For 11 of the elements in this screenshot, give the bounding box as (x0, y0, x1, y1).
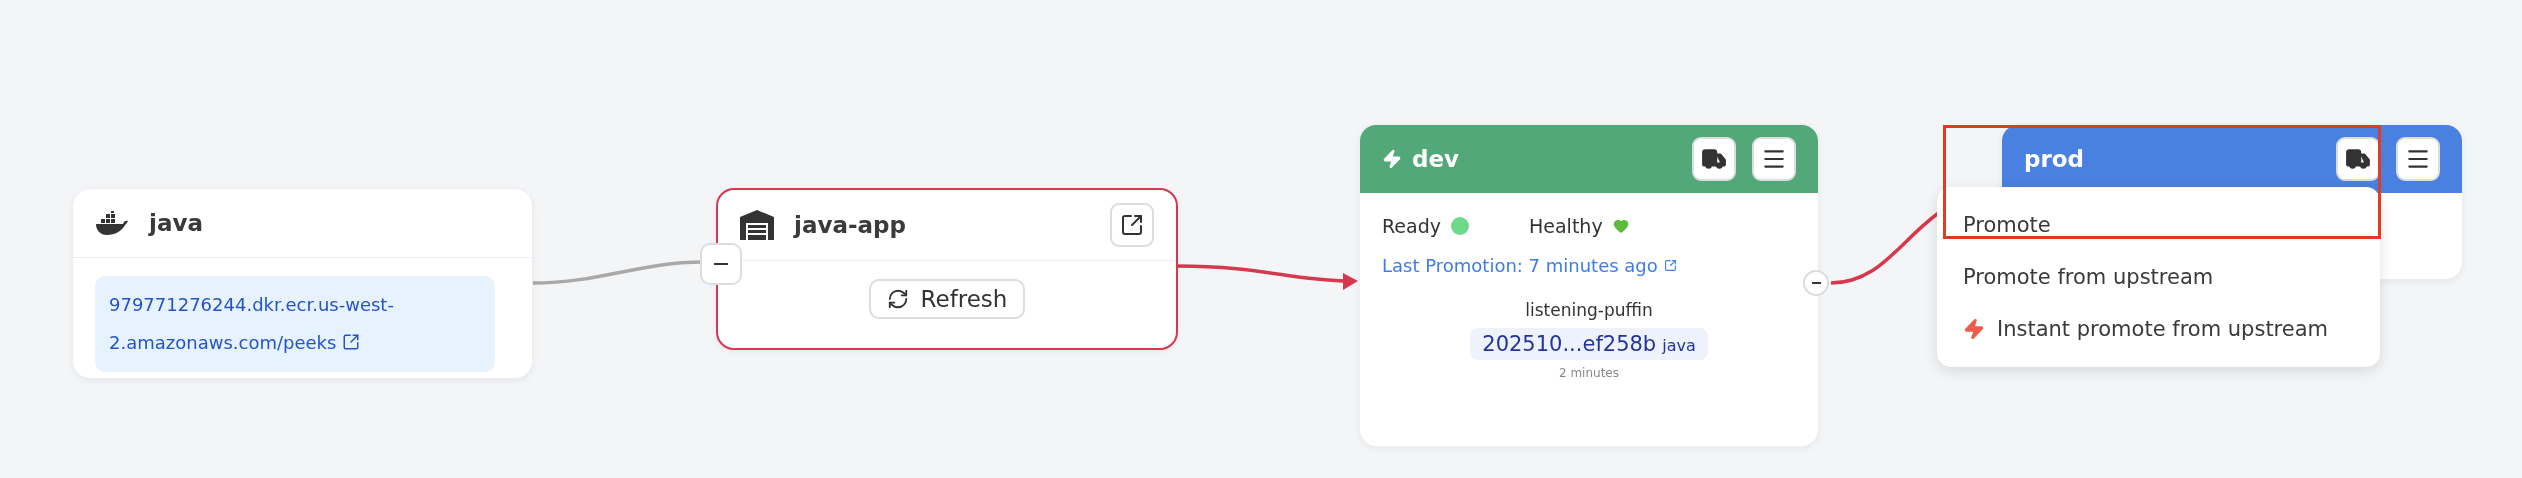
node-title: java (149, 210, 203, 236)
stage-title: prod (2024, 146, 2085, 172)
freight-name: listening-puffin (1525, 300, 1653, 320)
stage-title: dev (1412, 146, 1460, 172)
menu-item-label: Promote from upstream (1963, 265, 2214, 289)
freight-age: 2 minutes (1559, 366, 1619, 380)
menu-item-label: Instant promote from upstream (1997, 317, 2329, 341)
node-title: java-app (794, 212, 906, 238)
menu-item-label: Promote (1963, 213, 2051, 237)
ready-label: Ready (1382, 215, 1441, 237)
health-label: Healthy (1529, 215, 1603, 237)
